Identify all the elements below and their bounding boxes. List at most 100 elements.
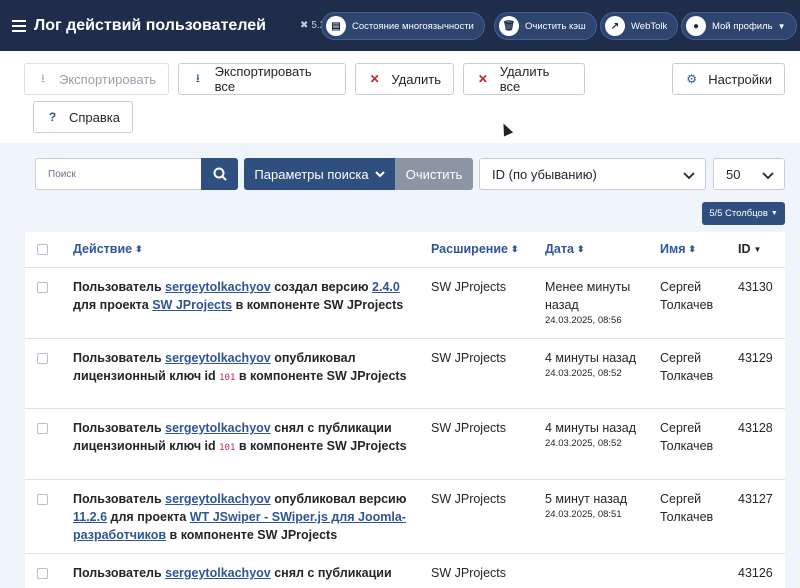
action-text: Пользователь sergeytolkachyov снял с пуб… — [73, 419, 413, 457]
column-date[interactable]: Дата ⬍ — [545, 242, 584, 256]
sort-select[interactable]: ID (по убыванию) — [479, 158, 706, 190]
project-link[interactable]: SW JProjects — [152, 298, 232, 312]
table-header: Действие ⬍ Расширение ⬍ Дата ⬍ Имя ⬍ ID … — [25, 232, 785, 268]
row-checkbox[interactable] — [37, 494, 48, 505]
date-cell: 5 минут назад 24.03.2025, 08:51 — [545, 490, 655, 521]
version-link[interactable]: 2.4.0 — [372, 280, 400, 294]
relative-date: Менее минуты назад — [545, 280, 631, 312]
help-label: Справка — [69, 109, 120, 125]
limit-value: 50 — [726, 166, 741, 182]
webtolk-button[interactable]: ↗ WebTolk — [600, 12, 679, 40]
settings-button[interactable]: ⚙ Настройки — [672, 63, 785, 95]
select-all-checkbox[interactable] — [37, 244, 48, 255]
webtolk-label: WebTolk — [631, 20, 668, 32]
help-button[interactable]: ? Справка — [33, 101, 133, 133]
action-part: Пользователь — [73, 421, 166, 435]
sort-icon: ⬍ — [576, 243, 585, 254]
search-params-button[interactable]: Параметры поиска — [244, 158, 395, 190]
multilang-label: Состояние многоязычности — [352, 20, 474, 32]
action-part: для проекта — [107, 510, 190, 524]
extension-cell: SW JProjects — [431, 492, 507, 506]
row-checkbox[interactable] — [37, 353, 48, 364]
user-link[interactable]: sergeytolkachyov — [165, 351, 271, 365]
column-action[interactable]: Действие ⬍ — [73, 242, 143, 256]
action-part: Пользователь — [73, 492, 166, 506]
action-part: Пользователь — [73, 280, 166, 294]
log-table: Действие ⬍ Расширение ⬍ Дата ⬍ Имя ⬍ ID … — [25, 232, 785, 588]
relative-date: 4 минуты назад — [545, 351, 637, 365]
export-label: Экспортировать — [59, 71, 156, 87]
page-title: Лог действий пользователей — [34, 16, 266, 34]
close-icon: ✕ — [477, 72, 488, 86]
clear-cache-label: Очистить кэш — [525, 20, 586, 32]
action-part: создал версию — [270, 280, 373, 294]
export-button[interactable]: ⭳ Экспортировать — [24, 63, 169, 95]
extension-cell: SW JProjects — [431, 566, 507, 580]
delete-button[interactable]: ✕ Удалить — [355, 63, 454, 95]
download-icon: ⭳ — [195, 70, 200, 85]
clear-search-label: Очистить — [405, 166, 463, 182]
table-row: Пользователь sergeytolkachyov снял с пуб… — [25, 409, 785, 480]
column-extension-label: Расширение — [431, 242, 508, 256]
export-all-button[interactable]: ⭳ Экспортировать все — [178, 63, 346, 95]
action-part: в компоненте SW JProjects — [232, 298, 404, 312]
profile-button[interactable]: ● Мой профиль ▼ — [681, 12, 797, 40]
table-row: Пользователь sergeytolkachyov опубликова… — [25, 480, 785, 554]
column-id[interactable]: ID ▼ — [738, 242, 761, 256]
name-cell: Сергей Толкачев — [660, 280, 714, 312]
delete-label: Удалить — [391, 71, 441, 87]
version-link[interactable]: 11.2.6 — [73, 510, 107, 524]
action-part: в компоненте SW JProjects — [235, 369, 407, 383]
action-part: Пользователь — [73, 351, 166, 365]
search-button[interactable] — [201, 158, 238, 190]
chevron-down-icon — [762, 172, 774, 180]
caret-down-icon: ▼ — [770, 210, 778, 217]
external-link-icon: ↗ — [605, 16, 625, 36]
delete-all-button[interactable]: ✕ Удалить все — [463, 63, 585, 95]
language-icon: ▤ — [326, 16, 346, 36]
user-link[interactable]: sergeytolkachyov — [165, 280, 271, 294]
menu-icon[interactable] — [12, 19, 26, 32]
search-placeholder: Поиск — [48, 168, 76, 180]
limit-select[interactable]: 50 — [713, 158, 785, 190]
chevron-down-icon — [374, 171, 385, 178]
user-link[interactable]: sergeytolkachyov — [165, 421, 271, 435]
gear-icon: ⚙ — [686, 72, 697, 86]
action-part: в компоненте SW JProjects — [166, 528, 338, 542]
row-checkbox[interactable] — [37, 423, 48, 434]
row-checkbox[interactable] — [37, 282, 48, 293]
key-id-code: 101 — [219, 443, 236, 453]
id-cell: 43129 — [738, 351, 773, 365]
date-cell: Менее минуты назад 24.03.2025, 08:56 — [545, 278, 655, 327]
column-date-label: Дата — [545, 242, 574, 256]
sort-icon: ⬍ — [135, 243, 143, 254]
clear-search-button[interactable]: Очистить — [395, 158, 473, 190]
extension-cell: SW JProjects — [431, 351, 507, 365]
absolute-date: 24.03.2025, 08:51 — [545, 509, 622, 520]
column-name[interactable]: Имя ⬍ — [660, 242, 696, 256]
settings-label: Настройки — [708, 71, 772, 87]
action-text: Пользователь sergeytolkachyov создал вер… — [73, 278, 413, 314]
absolute-date: 24.03.2025, 08:52 — [545, 368, 622, 379]
name-cell: Сергей Толкачев — [660, 351, 714, 383]
multilang-status-button[interactable]: ▤ Состояние многоязычности — [321, 12, 485, 40]
absolute-date: 24.03.2025, 08:56 — [545, 315, 622, 326]
user-link[interactable]: sergeytolkachyov — [165, 566, 271, 580]
clear-cache-button[interactable]: 🗑 Очистить кэш — [494, 12, 597, 40]
row-checkbox[interactable] — [37, 568, 48, 579]
action-part: опубликовал версию — [270, 492, 407, 506]
date-cell: 4 минуты назад 24.03.2025, 08:52 — [545, 419, 655, 450]
id-cell: 43127 — [738, 492, 773, 506]
user-link[interactable]: sergeytolkachyov — [165, 492, 271, 506]
extension-cell: SW JProjects — [431, 280, 507, 294]
search-input[interactable]: Поиск — [35, 158, 201, 190]
key-id-code: 101 — [219, 373, 236, 383]
joomla-icon: ✖ — [300, 20, 309, 31]
date-cell: 4 минуты назад 24.03.2025, 08:52 — [545, 349, 655, 380]
column-extension[interactable]: Расширение ⬍ — [431, 242, 519, 256]
columns-button[interactable]: 5/5 Столбцов ▼ — [702, 202, 785, 225]
id-cell: 43126 — [738, 566, 773, 580]
table-row: Пользователь sergeytolkachyov снял с пуб… — [25, 554, 785, 588]
name-cell: Сергей Толкачев — [660, 421, 714, 453]
close-icon: ✕ — [369, 72, 380, 86]
